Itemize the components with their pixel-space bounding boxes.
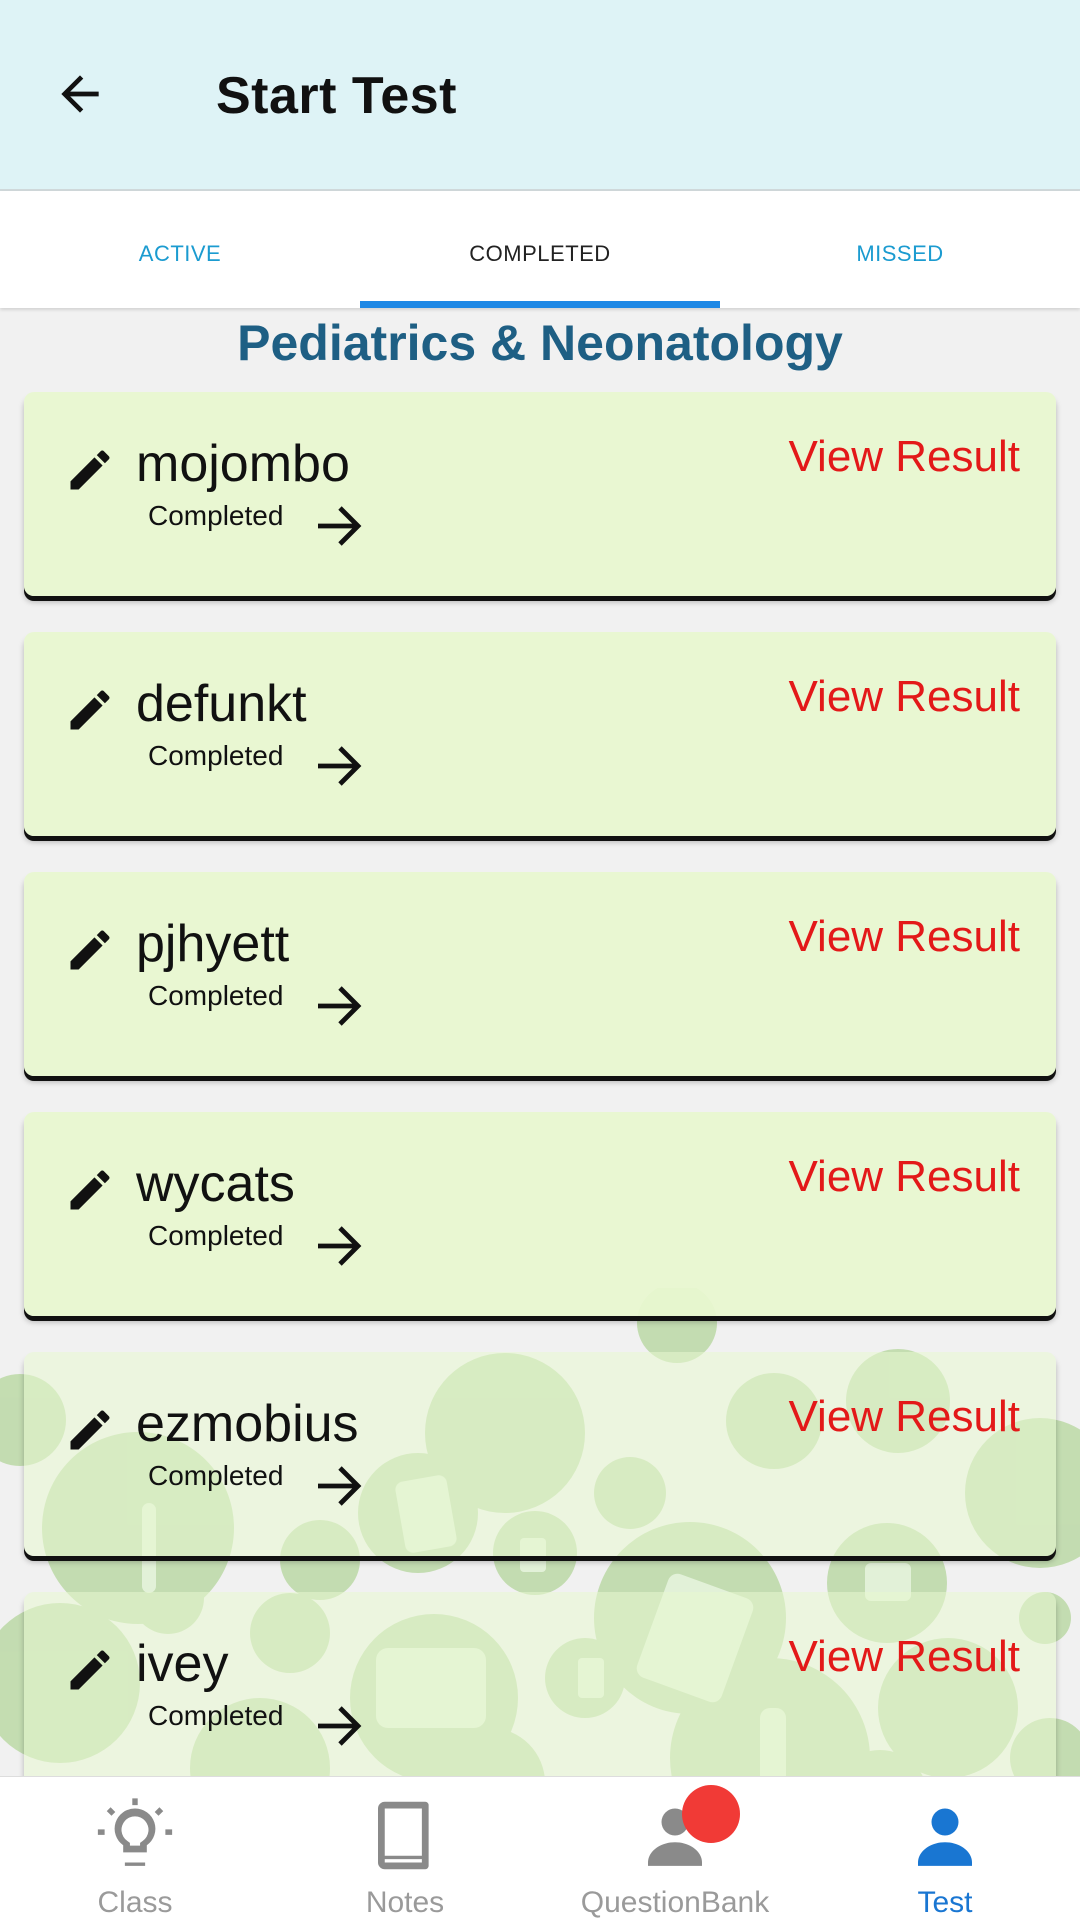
- test-card[interactable]: ezmobius Completed View Result: [24, 1352, 1056, 1556]
- test-name: ivey: [136, 1635, 229, 1693]
- view-result-link[interactable]: View Result: [788, 432, 1020, 482]
- arrow-right-icon[interactable]: [314, 504, 366, 548]
- test-name: ezmobius: [136, 1395, 359, 1453]
- test-name: mojombo: [136, 435, 350, 493]
- tab-missed[interactable]: MISSED: [720, 191, 1080, 308]
- person-icon: [918, 1808, 972, 1866]
- pencil-icon: [70, 450, 110, 490]
- test-card[interactable]: mojombo Completed View Result: [24, 392, 1056, 596]
- arrow-right-icon[interactable]: [314, 1224, 366, 1268]
- nav-label: Test: [917, 1886, 973, 1919]
- test-status: Completed: [148, 500, 284, 531]
- nav-label: QuestionBank: [580, 1886, 770, 1919]
- pencil-icon: [70, 1410, 110, 1450]
- test-card[interactable]: wycats Completed View Result: [24, 1112, 1056, 1316]
- section-title: Pediatrics & Neonatology: [237, 315, 843, 371]
- back-button[interactable]: [44, 58, 116, 130]
- nav-item-class[interactable]: Class: [0, 1777, 270, 1920]
- test-status: Completed: [148, 980, 284, 1011]
- page-title: Start Test: [216, 67, 457, 125]
- test-name: defunkt: [136, 675, 307, 733]
- test-status: Completed: [148, 740, 284, 771]
- view-result-link[interactable]: View Result: [788, 672, 1020, 722]
- test-status: Completed: [148, 1700, 284, 1731]
- app-screen: Start Test ACTIVE COMPLETED MISSED Pedia…: [0, 0, 1080, 1920]
- nav-label: Notes: [365, 1886, 445, 1919]
- notification-badge: [682, 1785, 740, 1843]
- test-list-area[interactable]: Pediatrics & Neonatology mojombo Complet…: [0, 308, 1080, 1776]
- test-card[interactable]: ivey Completed View Result: [24, 1592, 1056, 1776]
- bottom-navigation: Class Notes QuestionBank Test: [0, 1776, 1080, 1920]
- test-card[interactable]: pjhyett Completed View Result: [24, 872, 1056, 1076]
- test-card[interactable]: defunkt Completed View Result: [24, 632, 1056, 836]
- pencil-icon: [70, 1650, 110, 1690]
- app-bar: Start Test: [0, 0, 1080, 191]
- tab-completed[interactable]: COMPLETED: [360, 191, 720, 308]
- pencil-icon: [70, 930, 110, 970]
- view-result-link[interactable]: View Result: [788, 912, 1020, 962]
- tab-bar: ACTIVE COMPLETED MISSED: [0, 191, 1080, 308]
- nav-item-notes[interactable]: Notes: [270, 1777, 540, 1920]
- nav-label: Class: [97, 1886, 173, 1919]
- tab-active[interactable]: ACTIVE: [0, 191, 360, 308]
- nav-item-test[interactable]: Test: [810, 1777, 1080, 1920]
- test-status: Completed: [148, 1460, 284, 1491]
- test-status: Completed: [148, 1220, 284, 1251]
- nav-item-questionbank[interactable]: QuestionBank: [540, 1777, 810, 1920]
- arrow-left-icon: [61, 75, 99, 113]
- test-name: wycats: [136, 1155, 295, 1213]
- view-result-link[interactable]: View Result: [788, 1632, 1020, 1682]
- view-result-link[interactable]: View Result: [788, 1152, 1020, 1202]
- arrow-right-icon[interactable]: [314, 1464, 366, 1508]
- book-icon: [378, 1801, 429, 1870]
- arrow-right-icon[interactable]: [314, 1704, 366, 1748]
- test-name: pjhyett: [136, 915, 290, 973]
- arrow-right-icon[interactable]: [314, 744, 366, 788]
- pencil-icon: [70, 690, 110, 730]
- pencil-icon: [70, 1170, 110, 1210]
- lightbulb-icon: [97, 1798, 173, 1866]
- arrow-right-icon[interactable]: [314, 984, 366, 1028]
- view-result-link[interactable]: View Result: [788, 1392, 1020, 1442]
